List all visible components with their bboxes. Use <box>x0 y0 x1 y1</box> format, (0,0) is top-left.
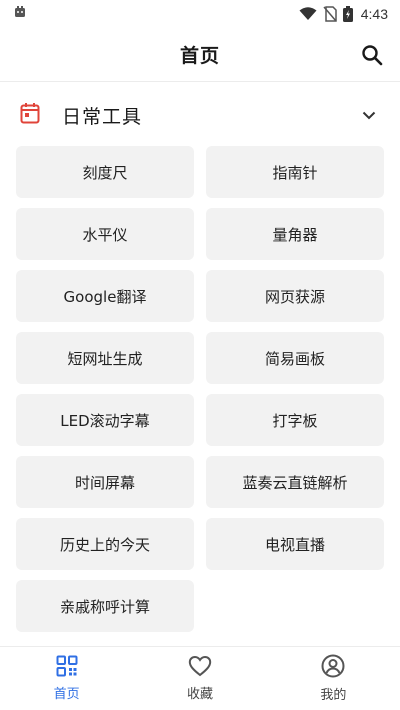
battery-charging-icon <box>342 6 353 22</box>
tool-typing-board[interactable]: 打字板 <box>206 394 384 446</box>
no-sim-icon <box>323 6 337 22</box>
nav-label: 我的 <box>320 688 347 703</box>
tool-sketch-board[interactable]: 简易画板 <box>206 332 384 384</box>
wifi-icon <box>299 7 317 21</box>
notification-icon <box>12 4 28 24</box>
tool-history-today[interactable]: 历史上的今天 <box>16 518 194 570</box>
app-bar: 首页 <box>0 28 400 82</box>
tool-tv-live[interactable]: 电视直播 <box>206 518 384 570</box>
section-title: 日常工具 <box>62 105 143 128</box>
nav-favorites[interactable]: 收藏 <box>133 647 266 710</box>
heart-icon <box>188 655 212 677</box>
tool-short-url[interactable]: 短网址生成 <box>16 332 194 384</box>
tool-web-source[interactable]: 网页获源 <box>206 270 384 322</box>
grid-icon <box>56 655 78 677</box>
search-button[interactable] <box>358 41 386 69</box>
tool-lanzou-parser[interactable]: 蓝奏云直链解析 <box>206 456 384 508</box>
status-right: 4:43 <box>299 6 388 22</box>
tool-compass[interactable]: 指南针 <box>206 146 384 198</box>
calendar-icon <box>20 102 40 128</box>
bottom-nav: 首页 收藏 我的 <box>0 646 400 710</box>
section-header-daily-tools[interactable]: 日常工具 <box>0 92 400 138</box>
nav-home[interactable]: 首页 <box>0 647 133 710</box>
tool-led-marquee[interactable]: LED滚动字幕 <box>16 394 194 446</box>
tool-relative-calculator[interactable]: 亲戚称呼计算 <box>16 580 194 632</box>
page-title: 首页 <box>179 45 220 67</box>
chevron-down-icon[interactable] <box>358 104 380 126</box>
tool-protractor[interactable]: 量角器 <box>206 208 384 260</box>
status-left <box>12 4 28 24</box>
nav-profile[interactable]: 我的 <box>267 647 400 710</box>
status-bar: 4:43 <box>0 0 400 28</box>
tool-grid: 刻度尺 指南针 水平仪 量角器 Google翻译 网页获源 短网址生成 简易画板… <box>16 146 384 632</box>
tool-time-screen[interactable]: 时间屏幕 <box>16 456 194 508</box>
tool-google-translate[interactable]: Google翻译 <box>16 270 194 322</box>
search-icon <box>362 45 383 66</box>
user-circle-icon <box>321 654 345 678</box>
tool-level[interactable]: 水平仪 <box>16 208 194 260</box>
status-time: 4:43 <box>360 6 388 22</box>
nav-label: 首页 <box>53 687 80 702</box>
tool-ruler[interactable]: 刻度尺 <box>16 146 194 198</box>
nav-label: 收藏 <box>186 687 213 702</box>
